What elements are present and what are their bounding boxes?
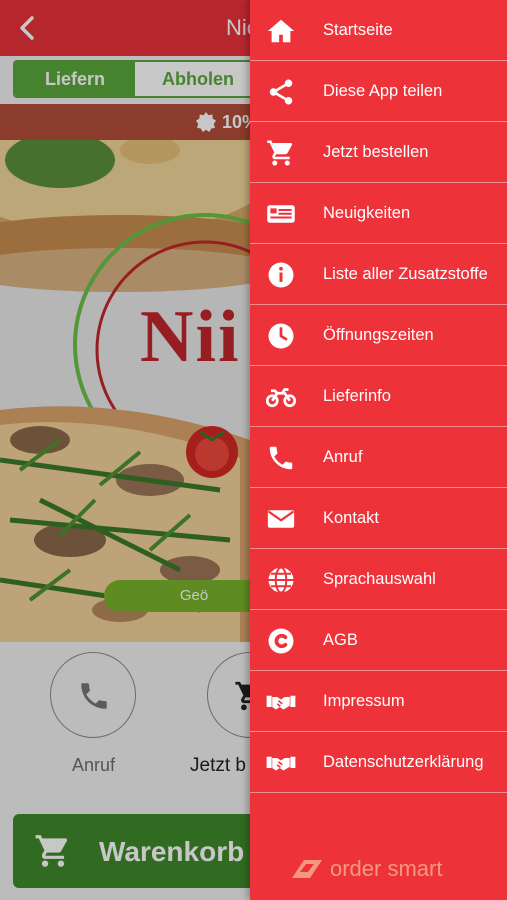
motorbike-icon [265,382,297,412]
order-smart-brand-text: order smart [330,856,443,881]
menu-item-startseite[interactable]: Startseite [250,0,507,61]
newspaper-icon [266,199,296,229]
menu-item-oeffnungszeiten[interactable]: Öffnungszeiten [250,305,507,366]
menu-item-app-teilen[interactable]: Diese App teilen [250,61,507,122]
menu-item-label: Datenschutzerklärung [323,753,484,771]
menu-item-jetzt-bestellen[interactable]: Jetzt bestellen [250,122,507,183]
info-icon [266,260,296,290]
order-smart-logo: order smart [290,856,470,884]
mail-icon [266,504,296,534]
menu-item-impressum[interactable]: Impressum [250,671,507,732]
menu-item-label: Anruf [323,448,363,466]
side-menu: Startseite Diese App teilen Jetzt bestel… [250,0,507,900]
menu-item-sprachauswahl[interactable]: Sprachauswahl [250,549,507,610]
clock-icon [266,321,296,351]
menu-item-label: Kontakt [323,509,379,527]
menu-item-kontakt[interactable]: Kontakt [250,488,507,549]
menu-item-label: AGB [323,631,358,649]
menu-item-anruf[interactable]: Anruf [250,427,507,488]
menu-item-label: Jetzt bestellen [323,143,429,161]
menu-item-label: Impressum [323,692,405,710]
menu-item-zusatzstoffe[interactable]: Liste aller Zusatzstoffe [250,244,507,305]
share-icon [266,77,296,107]
order-smart-logo-icon [290,858,324,880]
menu-item-label: Sprachauswahl [323,570,436,588]
copyright-icon [266,626,296,656]
menu-item-label: Diese App teilen [323,82,443,100]
menu-item-label: Liste aller Zusatzstoffe [323,265,488,283]
menu-item-agb[interactable]: AGB [250,610,507,671]
menu-backdrop[interactable] [0,0,250,900]
menu-item-label: Lieferinfo [323,387,391,405]
menu-item-label: Öffnungszeiten [323,326,434,344]
phone-icon [266,443,296,473]
globe-icon [266,565,296,595]
cart-icon [266,138,296,168]
handshake-icon [266,748,296,778]
menu-item-label: Neuigkeiten [323,204,411,222]
menu-item-label: Startseite [323,21,393,39]
menu-item-lieferinfo[interactable]: Lieferinfo [250,366,507,427]
home-icon [266,16,296,46]
handshake-icon [266,687,296,717]
menu-item-neuigkeiten[interactable]: Neuigkeiten [250,183,507,244]
menu-item-datenschutz[interactable]: Datenschutzerklärung [250,732,507,793]
